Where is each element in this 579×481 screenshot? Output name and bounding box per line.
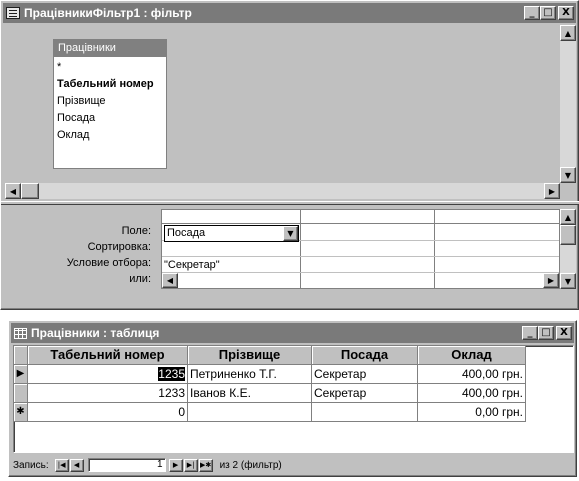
- field-list-box[interactable]: Працівники * Табельний номер Прізвище По…: [53, 39, 167, 169]
- cell-position[interactable]: Секретар: [312, 384, 418, 403]
- datasheet-grid[interactable]: Табельний номер Прізвище Посада Оклад ▶ …: [13, 345, 574, 453]
- table-row[interactable]: ▶ 1235 Петриненко Т.Г. Секретар 400,00 г…: [14, 365, 526, 384]
- horizontal-scroll-thumb[interactable]: [21, 183, 39, 199]
- select-all-corner[interactable]: [14, 346, 28, 365]
- new-record-icon[interactable]: ✱: [14, 403, 28, 422]
- row-label-sort: Сортировка:: [87, 241, 151, 253]
- scroll-up-arrow-icon[interactable]: ▲: [560, 25, 576, 41]
- current-record-indicator-icon[interactable]: ▶: [14, 365, 28, 384]
- field-select-value: Посада: [167, 227, 206, 239]
- field-item-all[interactable]: *: [57, 59, 163, 76]
- cell-personnel-number[interactable]: 0: [28, 403, 188, 422]
- row-label-criteria: Условие отбора:: [66, 257, 151, 269]
- field-list-title[interactable]: Працівники: [54, 40, 166, 57]
- record-nav-label: Запись:: [13, 459, 49, 471]
- record-count-text: из 2 (фильтр): [219, 459, 282, 471]
- query-window-title: ПрацівникиФільтр1 : фільтр: [24, 6, 192, 20]
- table-window-title: Працівники : таблиця: [31, 326, 160, 340]
- scroll-left-arrow-icon[interactable]: ◀: [5, 183, 21, 199]
- column-header-personnel-number[interactable]: Табельний номер: [28, 346, 188, 365]
- field-item-personnel-number[interactable]: Табельний номер: [57, 76, 163, 93]
- next-record-icon[interactable]: ▶: [168, 458, 183, 472]
- field-item-surname[interactable]: Прізвище: [57, 93, 163, 110]
- current-record-input[interactable]: 1: [87, 458, 166, 472]
- grid-vertical-scroll-thumb[interactable]: [560, 225, 576, 245]
- cell-salary[interactable]: 0,00 грн.: [418, 403, 526, 422]
- datasheet-icon: [14, 327, 27, 339]
- new-record-nav-icon[interactable]: ▶✱: [198, 458, 213, 472]
- query-filter-window: ПрацівникиФільтр1 : фільтр _ □ X Працівн…: [0, 0, 579, 310]
- table-pane: Працівники * Табельний номер Прізвище По…: [5, 25, 576, 201]
- table-row[interactable]: 1233 Іванов К.Е. Секретар 400,00 грн.: [14, 384, 526, 403]
- previous-record-icon[interactable]: ◀: [69, 458, 84, 472]
- datasheet-header: Табельний номер Прізвище Посада Оклад: [14, 346, 526, 365]
- pane-splitter[interactable]: [1, 201, 579, 205]
- cell-salary[interactable]: 400,00 грн.: [418, 365, 526, 384]
- cell-personnel-number[interactable]: 1233: [28, 384, 188, 403]
- criteria-cell[interactable]: "Секретар": [162, 257, 220, 273]
- grid-scroll-right-arrow-icon[interactable]: ▶: [543, 273, 559, 288]
- cell-personnel-number[interactable]: 1235: [28, 365, 188, 384]
- cell-salary[interactable]: 400,00 грн.: [418, 384, 526, 403]
- design-grid[interactable]: Посада ▼ "Секретар" ◀ ▶: [161, 209, 560, 289]
- design-grid-pane: Поле: Сортировка: Условие отбора: или: П…: [5, 207, 576, 307]
- grid-scroll-up-arrow-icon[interactable]: ▲: [560, 209, 576, 225]
- upper-horizontal-scrollbar[interactable]: [5, 183, 560, 199]
- cell-surname[interactable]: Іванов К.Е.: [188, 384, 312, 403]
- cell-position[interactable]: Секретар: [312, 365, 418, 384]
- dropdown-arrow-icon[interactable]: ▼: [283, 226, 298, 241]
- field-item-salary[interactable]: Оклад: [57, 127, 163, 144]
- table-window-titlebar[interactable]: Працівники : таблиця _ □ X: [11, 323, 574, 343]
- row-label-or: или:: [129, 273, 151, 285]
- row-label-field: Поле:: [121, 225, 151, 237]
- cell-personnel-number-value: 1235: [158, 367, 185, 381]
- table-minimize-button[interactable]: _: [522, 326, 538, 340]
- field-select[interactable]: Посада ▼: [164, 225, 299, 242]
- cell-position[interactable]: [312, 403, 418, 422]
- record-navigation-bar: Запись: |◀ ◀ 1 ▶ ▶| ▶✱ из 2 (фильтр): [13, 456, 574, 474]
- close-button[interactable]: X: [558, 6, 574, 20]
- table-close-button[interactable]: X: [556, 326, 572, 340]
- minimize-button[interactable]: _: [524, 6, 540, 20]
- cell-surname[interactable]: Петриненко Т.Г.: [188, 365, 312, 384]
- table-maximize-button[interactable]: □: [538, 326, 554, 340]
- new-record-row[interactable]: ✱ 0 0,00 грн.: [14, 403, 526, 422]
- upper-vertical-scrollbar[interactable]: [560, 25, 576, 183]
- field-item-position[interactable]: Посада: [57, 110, 163, 127]
- grid-scroll-down-arrow-icon[interactable]: ▼: [560, 273, 576, 289]
- first-record-icon[interactable]: |◀: [54, 458, 69, 472]
- table-datasheet-window: Працівники : таблиця _ □ X Табельний ном…: [8, 320, 577, 477]
- cell-surname[interactable]: [188, 403, 312, 422]
- query-window-titlebar[interactable]: ПрацівникиФільтр1 : фільтр _ □ X: [3, 3, 576, 23]
- record-selector[interactable]: [14, 384, 28, 403]
- column-header-salary[interactable]: Оклад: [418, 346, 526, 365]
- column-header-position[interactable]: Посада: [312, 346, 418, 365]
- column-header-surname[interactable]: Прізвище: [188, 346, 312, 365]
- grid-scroll-left-arrow-icon[interactable]: ◀: [162, 273, 178, 288]
- scroll-down-arrow-icon[interactable]: ▼: [560, 167, 576, 183]
- last-record-icon[interactable]: ▶|: [183, 458, 198, 472]
- scroll-right-arrow-icon[interactable]: ▶: [544, 183, 560, 199]
- maximize-button[interactable]: □: [540, 6, 556, 20]
- query-window-icon: [6, 7, 20, 19]
